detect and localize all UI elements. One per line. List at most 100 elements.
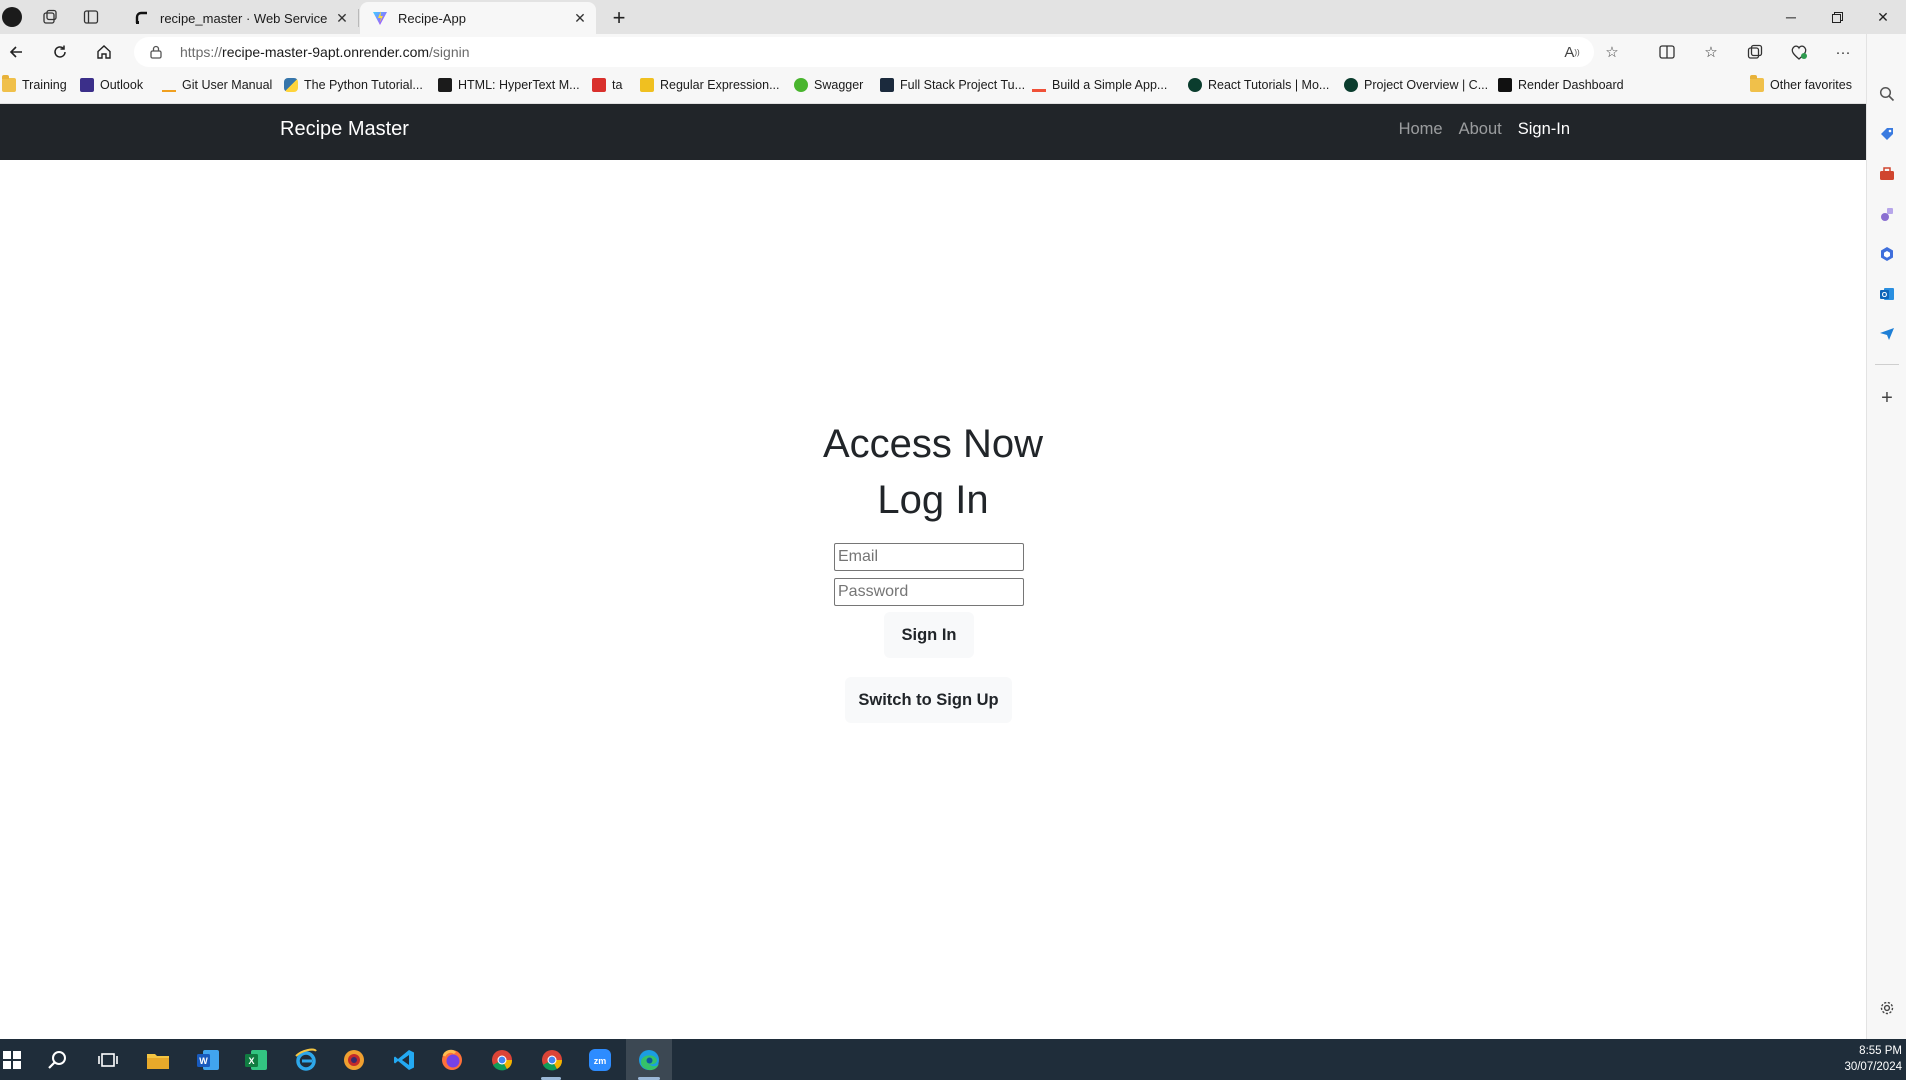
svg-text:X: X — [248, 1056, 254, 1066]
close-tab-icon[interactable]: ✕ — [570, 8, 590, 28]
excel-icon[interactable]: X — [242, 1046, 270, 1074]
new-tab-icon[interactable]: + — [606, 5, 632, 31]
gear-icon[interactable] — [1877, 998, 1897, 1018]
favorite-label: Git User Manual — [182, 78, 273, 92]
favorite-item[interactable]: React Tutorials | Mo... — [1188, 78, 1329, 92]
tab-title: recipe_master · Web Service · Re — [160, 10, 332, 26]
collections-icon[interactable] — [1740, 39, 1770, 65]
sign-in-button[interactable]: Sign In — [884, 612, 974, 658]
browser-tab-bar: recipe_master · Web Service · Re ✕ Recip… — [0, 0, 1906, 34]
favorite-item[interactable]: Swagger — [794, 78, 863, 92]
microsoft-365-icon[interactable] — [1877, 244, 1897, 264]
password-field[interactable] — [834, 578, 1024, 606]
folder-icon — [2, 75, 16, 92]
favorite-item[interactable]: ta — [592, 78, 622, 92]
email-field[interactable] — [834, 543, 1024, 571]
favorite-item[interactable]: HTML: HyperText M... — [438, 78, 580, 92]
restore-icon[interactable] — [1814, 0, 1860, 34]
heading-log-in: Log In — [877, 478, 989, 522]
firefox-developer-icon[interactable] — [340, 1046, 368, 1074]
python-icon — [284, 78, 298, 92]
vscode-icon[interactable] — [390, 1046, 418, 1074]
favorite-item[interactable]: Full Stack Project Tu... — [880, 78, 1025, 92]
git-icon — [162, 78, 176, 92]
close-window-icon[interactable]: ✕ — [1860, 0, 1906, 34]
outlook-icon — [80, 78, 94, 92]
favorite-item[interactable]: Training — [2, 75, 67, 92]
split-screen-icon[interactable] — [1652, 39, 1682, 65]
clock-date: 30/07/2024 — [1844, 1061, 1902, 1073]
back-icon[interactable] — [2, 39, 30, 65]
tools-icon[interactable] — [1877, 164, 1897, 184]
project-icon — [880, 78, 894, 92]
nav-signin-link[interactable]: Sign-In — [1518, 120, 1570, 139]
favorite-star-icon[interactable]: ☆ — [1598, 37, 1626, 67]
lock-icon[interactable] — [148, 44, 164, 60]
favorite-item[interactable]: Render Dashboard — [1498, 78, 1624, 92]
tab-recipe-master-render[interactable]: recipe_master · Web Service · Re ✕ — [122, 2, 358, 34]
favorite-label: The Python Tutorial... — [304, 78, 423, 92]
svg-text:O: O — [1882, 292, 1888, 299]
tab-actions-icon[interactable] — [79, 5, 103, 29]
workspaces-icon[interactable] — [38, 5, 62, 29]
swagger-icon — [794, 78, 808, 92]
render-icon — [134, 10, 150, 26]
favorite-item[interactable]: Project Overview | C... — [1344, 78, 1488, 92]
read-aloud-icon[interactable]: A)) — [1558, 37, 1586, 67]
internet-explorer-icon[interactable] — [292, 1046, 320, 1074]
profile-icon[interactable] — [0, 5, 24, 29]
more-options-icon[interactable]: ··· — [1828, 39, 1858, 65]
close-tab-icon[interactable]: ✕ — [332, 8, 352, 28]
chrome-icon[interactable] — [538, 1046, 566, 1074]
mongodb-icon — [1188, 78, 1202, 92]
home-icon[interactable] — [90, 39, 118, 65]
favorite-label: Training — [22, 78, 67, 92]
add-icon[interactable]: + — [1877, 387, 1897, 409]
edge-sidebar: O + — [1866, 34, 1906, 1039]
games-icon[interactable] — [1877, 204, 1897, 224]
word-icon[interactable]: W — [194, 1046, 222, 1074]
favorite-item[interactable]: Outlook — [80, 78, 143, 92]
favorite-label: Other favorites — [1770, 78, 1852, 92]
svg-text:zm: zm — [594, 1056, 607, 1066]
swift-icon — [1032, 78, 1046, 92]
outlook-icon[interactable]: O — [1877, 284, 1897, 304]
pdf-icon — [592, 78, 606, 92]
nav-about-link[interactable]: About — [1459, 120, 1502, 139]
browser-essentials-icon[interactable] — [1784, 39, 1814, 65]
firefox-icon[interactable] — [438, 1046, 466, 1074]
edge-icon[interactable] — [635, 1046, 663, 1074]
tab-divider — [358, 9, 359, 27]
favorite-item[interactable]: Regular Expression... — [640, 78, 780, 92]
address-bar[interactable]: https://recipe-master-9apt.onrender.com /… — [134, 37, 1619, 67]
shopping-icon[interactable] — [1877, 124, 1897, 144]
send-icon[interactable] — [1877, 324, 1897, 344]
app-nav-links: Home About Sign-In — [1383, 120, 1570, 139]
minimize-icon[interactable]: ─ — [1768, 0, 1814, 34]
favorite-label: Build a Simple App... — [1052, 78, 1168, 92]
favorite-item[interactable]: Build a Simple App... — [1032, 78, 1167, 92]
file-explorer-icon[interactable] — [144, 1046, 172, 1074]
refresh-icon[interactable] — [46, 39, 74, 65]
tab-recipe-app[interactable]: Recipe-App ✕ — [360, 2, 596, 34]
zoom-icon[interactable]: zm — [586, 1046, 614, 1074]
chrome-icon[interactable] — [488, 1046, 516, 1074]
url-path: /signin — [429, 44, 470, 60]
search-icon[interactable] — [1877, 84, 1897, 104]
other-favorites[interactable]: Other favorites — [1750, 75, 1852, 92]
vite-icon — [372, 10, 388, 26]
mdn-icon — [438, 78, 452, 92]
task-view-icon[interactable] — [94, 1046, 122, 1074]
switch-to-sign-up-button[interactable]: Switch to Sign Up — [845, 677, 1012, 723]
windows-taskbar: W X zm 8:55 PM 30/07/2024 — [0, 1039, 1906, 1080]
system-clock[interactable]: 8:55 PM 30/07/2024 — [1844, 1043, 1902, 1075]
favorite-item[interactable]: The Python Tutorial... — [284, 78, 423, 92]
favorite-label: Swagger — [814, 78, 864, 92]
favorites-icon[interactable]: ☆ — [1696, 39, 1726, 65]
nav-home-link[interactable]: Home — [1399, 120, 1443, 139]
favorite-item[interactable]: Git User Manual — [162, 78, 272, 92]
windows-start-icon[interactable] — [0, 1046, 26, 1074]
app-brand[interactable]: Recipe Master — [280, 118, 409, 141]
tab-title: Recipe-App — [398, 10, 466, 26]
search-icon[interactable] — [44, 1046, 72, 1074]
